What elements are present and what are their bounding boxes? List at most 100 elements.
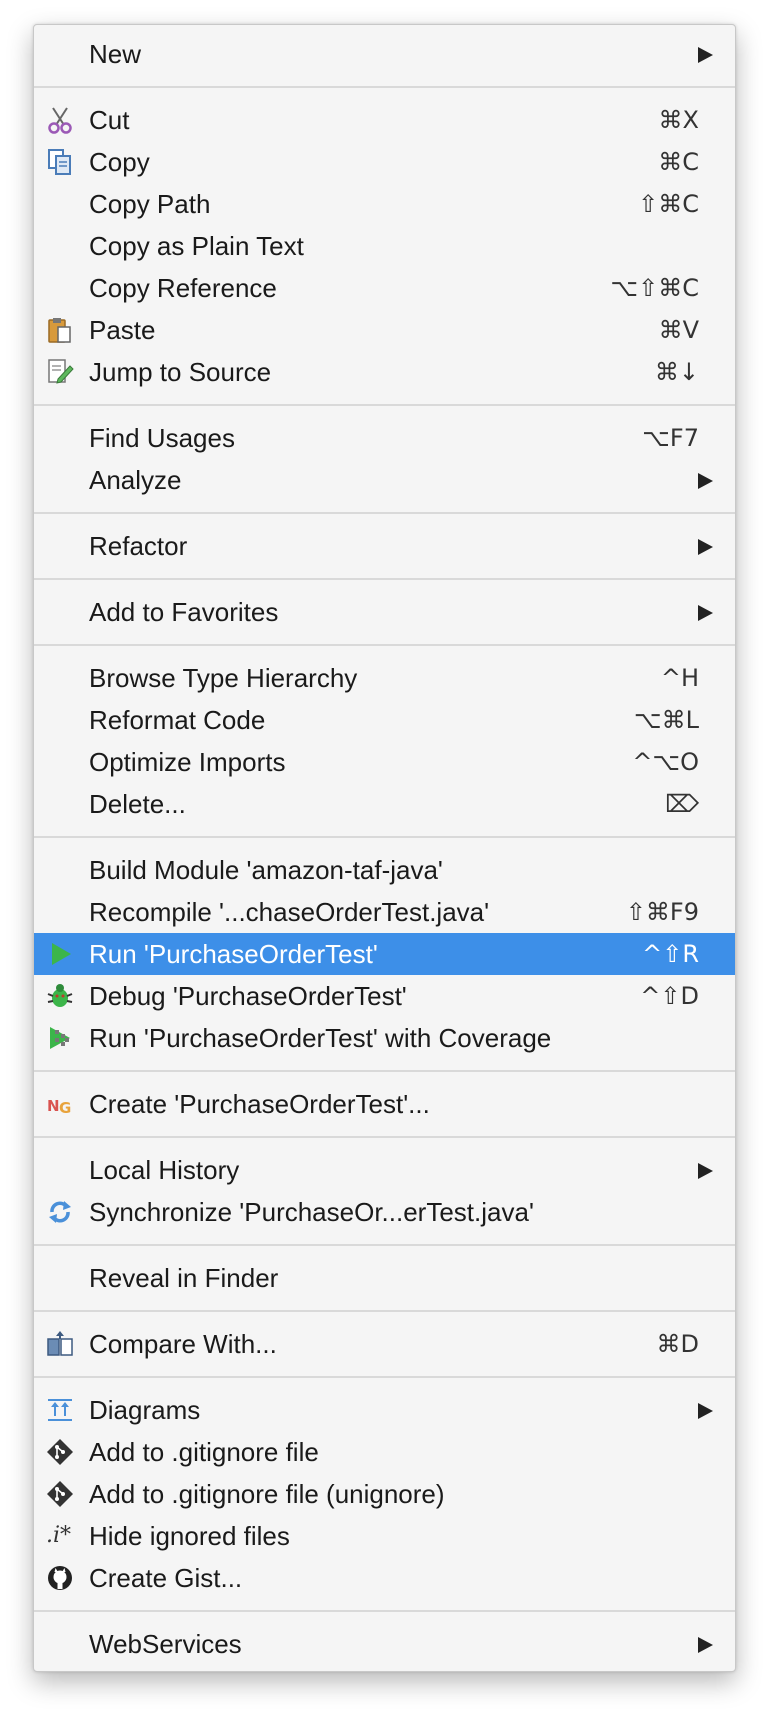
menu-item-copy-path[interactable]: Copy Path ⇧⌘C bbox=[34, 183, 735, 225]
menu-item-reveal-in-finder[interactable]: Reveal in Finder bbox=[34, 1257, 735, 1299]
menu-item-label: Copy Path bbox=[89, 189, 211, 219]
menu-item-create-purchaseordertest[interactable]: N G Create 'PurchaseOrderTest'... bbox=[34, 1083, 735, 1125]
menu-item-label: New bbox=[89, 39, 142, 69]
debug-icon bbox=[46, 982, 74, 1010]
menu-item-run-purchaseordertest[interactable]: Run 'PurchaseOrderTest' ^⇧R bbox=[34, 933, 735, 975]
menu-item-cut[interactable]: Cut ⌘X bbox=[34, 99, 735, 141]
menu-item-label: Cut bbox=[89, 105, 130, 135]
svg-text:N: N bbox=[47, 1097, 60, 1115]
menu-item-shortcut: ⌘V bbox=[658, 316, 699, 344]
menu-item-copy[interactable]: Copy ⌘C bbox=[34, 141, 735, 183]
menu-item-reformat-code[interactable]: Reformat Code ⌥⌘L bbox=[34, 699, 735, 741]
menu-separator bbox=[34, 567, 735, 591]
menu-item-copy-reference[interactable]: Copy Reference ⌥⇧⌘C bbox=[34, 267, 735, 309]
paste-icon bbox=[46, 316, 74, 344]
menu-item-label: Create 'PurchaseOrderTest'... bbox=[89, 1089, 430, 1119]
menu-item-label: Diagrams bbox=[89, 1395, 201, 1425]
menu-item-shortcut: ⌥F7 bbox=[642, 424, 699, 452]
menu-item-jump-to-source[interactable]: Jump to Source ⌘↓ bbox=[34, 351, 735, 393]
menu-item-label: Run 'PurchaseOrderTest' with Coverage bbox=[89, 1023, 552, 1053]
menu-item-analyze[interactable]: Analyze bbox=[34, 459, 735, 501]
testng-icon: NG bbox=[46, 1090, 74, 1118]
coverage-icon bbox=[46, 1024, 74, 1052]
menu-item-shortcut: ⌘C bbox=[658, 148, 699, 176]
submenu-arrow-icon bbox=[698, 47, 713, 63]
submenu-arrow-icon bbox=[698, 1163, 713, 1179]
menu-item-delete[interactable]: Delete... ⌦ bbox=[34, 783, 735, 825]
menu-item-create-gist[interactable]: Create Gist... bbox=[34, 1557, 735, 1599]
context-menu: New Cut ⌘X Copy ⌘C Copy Path ⇧⌘C Copy as Plain … bbox=[33, 24, 736, 1672]
menu-item-label: Local History bbox=[89, 1155, 240, 1185]
menu-item-local-history[interactable]: Local History bbox=[34, 1149, 735, 1191]
menu-item-label: Add to .gitignore file bbox=[89, 1437, 319, 1467]
menu-item-add-to-gitignore-file-unignore[interactable]: Add to .gitignore file (unignore) bbox=[34, 1473, 735, 1515]
menu-item-label: Copy bbox=[89, 147, 150, 177]
menu-item-shortcut: ⇧⌘F9 bbox=[625, 898, 699, 926]
menu-item-label: WebServices bbox=[89, 1629, 242, 1659]
menu-item-shortcut: ⌥⌘L bbox=[633, 706, 699, 734]
menu-item-add-to-gitignore-file[interactable]: Add to .gitignore file bbox=[34, 1431, 735, 1473]
submenu-arrow-icon bbox=[698, 1403, 713, 1419]
menu-item-shortcut: ^⇧D bbox=[640, 982, 699, 1010]
github-icon bbox=[46, 1564, 74, 1592]
menu-item-shortcut: ⌘↓ bbox=[654, 358, 699, 386]
menu-item-diagrams[interactable]: Diagrams bbox=[34, 1389, 735, 1431]
menu-item-shortcut: ^⇧R bbox=[642, 940, 699, 968]
menu-item-webservices[interactable]: WebServices bbox=[34, 1623, 735, 1665]
menu-item-shortcut: ⌦ bbox=[665, 790, 699, 818]
menu-item-label: Reveal in Finder bbox=[89, 1263, 279, 1293]
menu-separator bbox=[34, 1599, 735, 1623]
menu-item-recompile-chaseordertest-java[interactable]: Recompile '...chaseOrderTest.java' ⇧⌘F9 bbox=[34, 891, 735, 933]
menu-item-label: Debug 'PurchaseOrderTest' bbox=[89, 981, 407, 1011]
menu-item-label: Find Usages bbox=[89, 423, 235, 453]
menu-item-label: Synchronize 'PurchaseOr...erTest.java' bbox=[89, 1197, 534, 1227]
compare-icon bbox=[46, 1330, 74, 1358]
submenu-arrow-icon bbox=[698, 605, 713, 621]
menu-separator bbox=[34, 1299, 735, 1323]
run-icon bbox=[46, 940, 74, 968]
menu-item-label: Compare With... bbox=[89, 1329, 277, 1359]
menu-item-optimize-imports[interactable]: Optimize Imports ^⌥O bbox=[34, 741, 735, 783]
menu-separator bbox=[34, 1125, 735, 1149]
submenu-arrow-icon bbox=[698, 1637, 713, 1653]
menu-item-label: Reformat Code bbox=[89, 705, 266, 735]
git-icon bbox=[46, 1480, 74, 1508]
menu-separator bbox=[34, 825, 735, 849]
menu-item-label: Run 'PurchaseOrderTest' bbox=[89, 939, 378, 969]
menu-item-build-module-amazon-taf-java[interactable]: Build Module 'amazon-taf-java' bbox=[34, 849, 735, 891]
menu-separator bbox=[34, 1059, 735, 1083]
menu-item-paste[interactable]: Paste ⌘V bbox=[34, 309, 735, 351]
svg-text:G: G bbox=[59, 1099, 71, 1117]
menu-item-label: Jump to Source bbox=[89, 357, 272, 387]
submenu-arrow-icon bbox=[698, 539, 713, 555]
menu-separator bbox=[34, 393, 735, 417]
menu-item-label: Add to .gitignore file (unignore) bbox=[89, 1479, 445, 1509]
menu-item-label: Build Module 'amazon-taf-java' bbox=[89, 855, 443, 885]
menu-item-debug-purchaseordertest[interactable]: Debug 'PurchaseOrderTest' ^⇧D bbox=[34, 975, 735, 1017]
menu-item-label: Optimize Imports bbox=[89, 747, 286, 777]
menu-item-label: Paste bbox=[89, 315, 156, 345]
menu-item-label: Add to Favorites bbox=[89, 597, 279, 627]
menu-item-hide-ignored-files[interactable]: .i* Hide ignored files bbox=[34, 1515, 735, 1557]
menu-item-find-usages[interactable]: Find Usages ⌥F7 bbox=[34, 417, 735, 459]
menu-item-shortcut: ⇧⌘C bbox=[638, 190, 699, 218]
menu-item-label: Copy as Plain Text bbox=[89, 231, 304, 261]
menu-item-shortcut: ⌥⇧⌘C bbox=[610, 274, 699, 302]
menu-item-refactor[interactable]: Refactor bbox=[34, 525, 735, 567]
menu-separator bbox=[34, 633, 735, 657]
menu-item-add-to-favorites[interactable]: Add to Favorites bbox=[34, 591, 735, 633]
menu-item-synchronize-purchaseorertest-java[interactable]: Synchronize 'PurchaseOr...erTest.java' bbox=[34, 1191, 735, 1233]
menu-separator bbox=[34, 1365, 735, 1389]
menu-item-browse-type-hierarchy[interactable]: Browse Type Hierarchy ^H bbox=[34, 657, 735, 699]
menu-item-compare-with[interactable]: Compare With... ⌘D bbox=[34, 1323, 735, 1365]
menu-item-new[interactable]: New bbox=[34, 33, 735, 75]
menu-separator bbox=[34, 75, 735, 99]
menu-item-run-purchaseordertest-with-coverage[interactable]: Run 'PurchaseOrderTest' with Coverage bbox=[34, 1017, 735, 1059]
submenu-arrow-icon bbox=[698, 473, 713, 489]
menu-item-label: Copy Reference bbox=[89, 273, 277, 303]
diagram-icon bbox=[46, 1396, 74, 1424]
menu-item-copy-as-plain-text[interactable]: Copy as Plain Text bbox=[34, 225, 735, 267]
menu-item-shortcut: ^H bbox=[660, 664, 699, 692]
menu-separator bbox=[34, 1233, 735, 1257]
scissors-icon bbox=[46, 106, 74, 134]
